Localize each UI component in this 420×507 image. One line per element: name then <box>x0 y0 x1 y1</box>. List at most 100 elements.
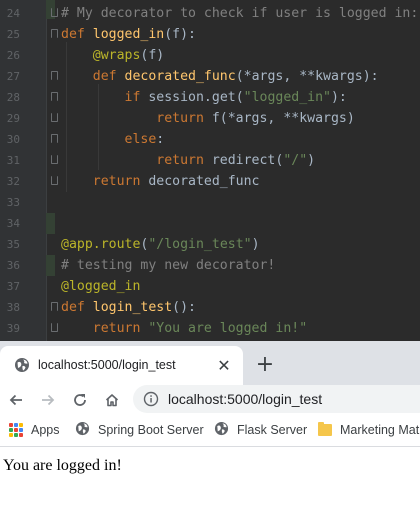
close-tab-icon[interactable]: ✕ <box>213 354 235 376</box>
code-text: return decorated_func <box>61 171 260 192</box>
line-number: 39 <box>6 322 20 335</box>
page-body-text: You are logged in! <box>3 457 122 474</box>
address-bar[interactable]: localhost:5000/login_test <box>133 385 420 413</box>
browser-tab[interactable]: localhost:5000/login_test ✕ <box>0 346 243 385</box>
code-text: @logged_in <box>61 276 140 297</box>
code-line[interactable]: 31 return redirect("/") <box>0 150 420 171</box>
code-token: return <box>156 111 212 126</box>
code-token: f(*args, **kwargs) <box>211 111 355 126</box>
code-line[interactable]: 37 @logged_in <box>0 276 420 297</box>
code-line[interactable]: 28 if session.get("logged_in"): <box>0 87 420 108</box>
code-text: def login_test(): <box>61 297 196 318</box>
fold-marker-icon[interactable] <box>51 92 58 101</box>
code-line[interactable]: 35 @app.route("/login_test") <box>0 234 420 255</box>
fold-marker-icon[interactable] <box>51 176 58 185</box>
fold-marker-icon[interactable] <box>51 29 58 38</box>
folder-icon <box>318 422 332 436</box>
code-token: ) <box>307 153 316 168</box>
line-number: 25 <box>6 28 20 41</box>
code-token: def <box>61 27 93 42</box>
line-number: 37 <box>6 280 20 293</box>
code-token: (f) <box>140 48 165 63</box>
code-token: else <box>124 132 157 147</box>
tab-bar: localhost:5000/login_test ✕ + <box>0 341 420 385</box>
code-line[interactable]: 24 # My decorator to check if user is log… <box>0 3 420 24</box>
code-token: : <box>156 132 165 147</box>
line-number: 35 <box>6 238 20 251</box>
code-token: decorated_func <box>148 174 260 189</box>
fold-marker-icon[interactable] <box>51 323 58 332</box>
url-text[interactable]: localhost:5000/login_test <box>168 385 322 413</box>
fold-marker-icon[interactable] <box>51 302 58 311</box>
home-button[interactable] <box>99 387 125 413</box>
code-text: # My decorator to check if user is logge… <box>61 3 418 24</box>
page-content: You are logged in! <box>0 447 420 507</box>
globe-icon <box>75 421 90 440</box>
line-number: 32 <box>6 175 20 188</box>
line-number: 31 <box>6 154 20 167</box>
code-token: "logged_in" <box>243 90 331 105</box>
code-line[interactable]: 36 # testing my new decorator! <box>0 255 420 276</box>
globe-icon <box>14 357 30 373</box>
bookmarks-bar: Apps Spring Boot Server Flask Server Mar… <box>0 414 420 447</box>
code-text: else: <box>61 129 165 150</box>
code-token: return <box>92 321 149 336</box>
line-number: 38 <box>6 301 20 314</box>
code-line[interactable]: 32 return decorated_func <box>0 171 420 192</box>
bookmark-marketing-folder[interactable]: Marketing Mat <box>318 414 419 446</box>
code-text: @app.route("/login_test") <box>61 234 260 255</box>
code-token: login_test <box>92 300 173 315</box>
fold-marker-icon[interactable] <box>51 155 58 164</box>
code-token: "/" <box>283 153 308 168</box>
code-text: # testing my new decorator! <box>61 255 275 276</box>
code-text: @wraps(f) <box>61 45 164 66</box>
code-token: logged_in <box>92 27 165 42</box>
code-token: decorated_func <box>124 69 236 84</box>
fold-marker-icon[interactable] <box>51 8 58 17</box>
code-line[interactable]: 34 <box>0 213 420 234</box>
info-icon[interactable] <box>143 391 159 407</box>
line-number: 27 <box>6 70 20 83</box>
line-number: 34 <box>6 217 20 230</box>
back-button[interactable] <box>3 387 29 413</box>
code-line[interactable]: 38 def login_test(): <box>0 297 420 318</box>
line-number: 36 <box>6 259 20 272</box>
code-token: def <box>61 300 93 315</box>
reload-button[interactable] <box>67 387 93 413</box>
code-line[interactable]: 33 <box>0 192 420 213</box>
bookmark-apps[interactable]: Apps <box>9 414 60 446</box>
code-token: ) <box>251 237 260 252</box>
code-token: # testing my new decorator! <box>61 258 276 273</box>
browser-toolbar: localhost:5000/login_test <box>0 385 420 414</box>
code-line[interactable]: 30 else: <box>0 129 420 150</box>
code-token: session.get( <box>148 90 244 105</box>
code-token: @app.route <box>61 237 141 252</box>
fold-marker-icon[interactable] <box>51 71 58 80</box>
code-line[interactable]: 29 return f(*args, **kwargs) <box>0 108 420 129</box>
code-editor[interactable]: 24 # My decorator to check if user is log… <box>0 0 420 341</box>
bookmark-label: Apps <box>31 423 60 437</box>
code-token: def <box>92 69 125 84</box>
reload-icon <box>74 394 86 406</box>
fold-marker-icon[interactable] <box>51 134 58 143</box>
code-line[interactable]: 27 def decorated_func(*args, **kwargs): <box>0 66 420 87</box>
new-tab-button[interactable]: + <box>253 352 277 377</box>
code-line[interactable]: 39 return "You are logged in!" <box>0 318 420 339</box>
line-number: 29 <box>6 112 20 125</box>
code-token: # My decorator to check if user is logge… <box>61 6 419 21</box>
code-line[interactable]: 26 @wraps(f) <box>0 45 420 66</box>
bookmark-spring-boot-server[interactable]: Spring Boot Server <box>75 414 204 446</box>
line-number: 28 <box>6 91 20 104</box>
code-text: return redirect("/") <box>61 150 315 171</box>
bookmark-flask-server[interactable]: Flask Server <box>214 414 307 446</box>
code-token: (*args, **kwargs): <box>235 69 379 84</box>
fold-marker-icon[interactable] <box>51 113 58 122</box>
code-token: "/login_test" <box>148 237 252 252</box>
forward-button[interactable] <box>35 387 61 413</box>
code-line[interactable]: 25 def logged_in(f): <box>0 24 420 45</box>
